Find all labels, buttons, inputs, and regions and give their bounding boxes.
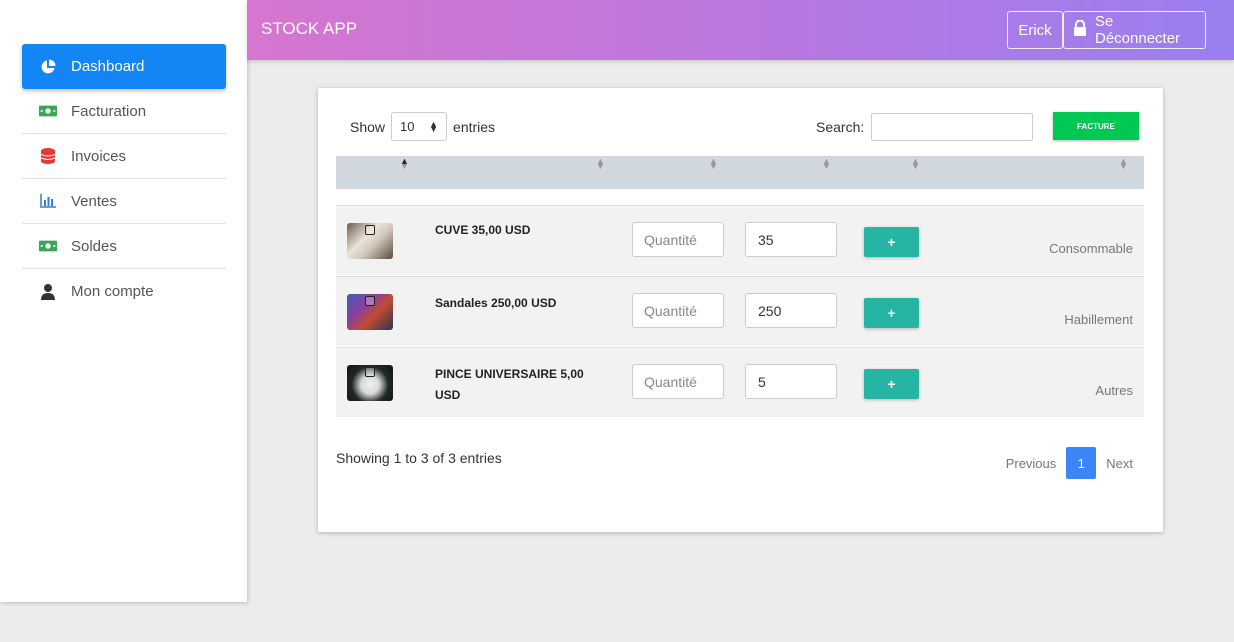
user-icon (39, 283, 57, 300)
sidebar-item-soldes[interactable]: Soldes (22, 224, 226, 269)
product-category: Consommable (1049, 241, 1133, 256)
show-label: Show (350, 118, 386, 135)
sidebar-item-dashboard[interactable]: Dashboard (22, 44, 226, 89)
lock-icon (1073, 19, 1087, 40)
bar-chart-icon (39, 194, 57, 208)
sidebar-item-label: Facturation (71, 102, 147, 120)
page-length-control: Show 10 ▲ ▼ entries (350, 112, 495, 141)
product-name: Sandales 250,00 USD (435, 296, 557, 310)
quantity-input[interactable]: Quantité (632, 364, 724, 399)
sidebar-item-ventes[interactable]: Ventes (22, 179, 226, 224)
app-title: STOCK APP (261, 19, 358, 38)
add-button[interactable]: + (864, 369, 919, 399)
product-thumbnail (347, 223, 393, 259)
sort-icon[interactable]: ▲ ▼ (709, 157, 718, 171)
sidebar-item-label: Soldes (71, 237, 117, 255)
facture-button[interactable]: FACTURE (1053, 112, 1139, 140)
table-info: Showing 1 to 3 of 3 entries (336, 450, 502, 466)
table-row: CUVE 35,00 USD Quantité 35 + Consommable (336, 205, 1144, 275)
pagination: Previous 1 Next (1006, 447, 1133, 479)
sidebar-item-facturation[interactable]: Facturation (22, 89, 226, 134)
product-name: PINCE UNIVERSAIRE 5,00 USD (435, 367, 584, 402)
price-input[interactable]: 35 (745, 222, 837, 257)
quantity-input[interactable]: Quantité (632, 293, 724, 328)
add-button[interactable]: + (864, 298, 919, 328)
sidebar: Dashboard Facturation Invoices Ventes So… (0, 0, 247, 602)
sort-icon[interactable]: ▲ ▼ (400, 157, 409, 171)
sort-icon[interactable]: ▲ ▼ (596, 157, 605, 171)
sidebar-item-label: Invoices (71, 147, 127, 165)
sidebar-item-invoices[interactable]: Invoices (22, 134, 226, 179)
pie-chart-icon (39, 59, 57, 75)
price-input[interactable]: 5 (745, 364, 837, 399)
top-bar: STOCK APP Erick Se Déconnecter (247, 0, 1234, 60)
previous-page-link[interactable]: Previous (1006, 456, 1057, 471)
sort-icon[interactable]: ▲ ▼ (1119, 157, 1128, 171)
sort-icon[interactable]: ▲ ▼ (822, 157, 831, 171)
product-thumbnail (347, 294, 393, 330)
products-card: Show 10 ▲ ▼ entries Search: FACTURE ▲ ▼ ▲ ▼… (318, 88, 1163, 532)
next-page-link[interactable]: Next (1106, 456, 1133, 471)
product-category: Autres (1095, 383, 1133, 398)
sidebar-nav: Dashboard Facturation Invoices Ventes So… (22, 44, 226, 314)
sidebar-item-mon-compte[interactable]: Mon compte (22, 269, 226, 314)
row-checkbox[interactable] (365, 225, 375, 235)
logout-button[interactable]: Se Déconnecter (1063, 11, 1206, 49)
money-icon (39, 105, 57, 117)
money-icon (39, 240, 57, 252)
logout-label: Se Déconnecter (1095, 13, 1181, 47)
sidebar-item-label: Mon compte (71, 283, 154, 300)
product-thumbnail (347, 365, 393, 401)
user-button[interactable]: Erick (1007, 11, 1063, 49)
table-row: Sandales 250,00 USD Quantité 250 + Habil… (336, 276, 1144, 346)
database-icon (39, 148, 57, 164)
page-length-select[interactable]: 10 ▲ ▼ (391, 112, 448, 141)
product-name: CUVE 35,00 USD (435, 223, 531, 237)
sidebar-item-label: Ventes (71, 192, 117, 210)
entries-label: entries (453, 118, 496, 135)
row-checkbox[interactable] (365, 296, 375, 306)
page-length-value: 10 (400, 119, 415, 134)
search-input[interactable] (871, 113, 1034, 141)
sort-icon[interactable]: ▲ ▼ (911, 157, 920, 171)
page-1-button[interactable]: 1 (1066, 447, 1097, 479)
table-header: ▲ ▼ ▲ ▼ ▲ ▼ ▲ ▼ ▲ ▼ ▲ ▼ (336, 156, 1144, 189)
table-row: PINCE UNIVERSAIRE 5,00 USD Quantité 5 + … (336, 347, 1144, 417)
sidebar-item-label: Dashboard (71, 58, 145, 75)
product-category: Habillement (1064, 312, 1133, 327)
select-arrows-icon: ▲ ▼ (429, 118, 439, 134)
row-checkbox[interactable] (365, 367, 375, 377)
search-label: Search: (816, 119, 865, 135)
quantity-input[interactable]: Quantité (632, 222, 724, 257)
add-button[interactable]: + (864, 227, 919, 257)
price-input[interactable]: 250 (745, 293, 837, 328)
search-control: Search: (816, 113, 1034, 141)
